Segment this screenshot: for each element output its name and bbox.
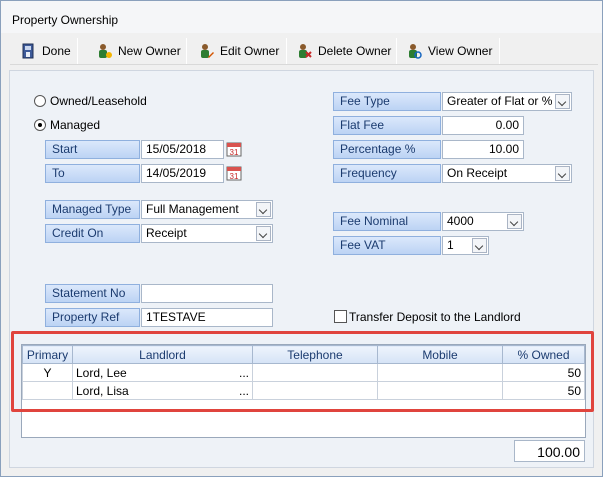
credit-on-label: Credit On xyxy=(45,224,140,243)
landlord-name: Lord, Lisa xyxy=(76,383,129,398)
percentage-label: Percentage % xyxy=(333,140,441,159)
fee-type-dropdown[interactable]: Greater of Flat or % xyxy=(442,92,572,111)
mobile-cell[interactable] xyxy=(377,381,503,400)
edit-owner-icon xyxy=(198,43,214,59)
start-label: Start xyxy=(45,140,140,159)
credit-on-value: Receipt xyxy=(146,226,187,240)
column-owned[interactable]: % Owned xyxy=(502,345,585,364)
toolbar-separator xyxy=(396,38,397,64)
view-owner-button[interactable]: View Owner xyxy=(400,38,498,63)
frequency-label: Frequency xyxy=(333,164,441,183)
frequency-dropdown[interactable]: On Receipt xyxy=(442,164,572,183)
column-telephone[interactable]: Telephone xyxy=(252,345,378,364)
svg-text:31: 31 xyxy=(230,172,239,181)
landlord-lookup-button[interactable]: ... xyxy=(239,366,249,380)
landlord-cell[interactable]: Lord, Lisa ... xyxy=(72,381,253,400)
edit-owner-button[interactable]: Edit Owner xyxy=(192,38,285,63)
delete-owner-label: Delete Owner xyxy=(318,43,392,58)
managed-type-label: Managed Type xyxy=(45,200,140,219)
toolbar-separator xyxy=(77,38,78,64)
property-ownership-window: Property Ownership Done New Owner Edit O… xyxy=(0,0,603,477)
frequency-value: On Receipt xyxy=(447,166,508,180)
edit-owner-label: Edit Owner xyxy=(220,43,280,58)
toolbar-separator xyxy=(186,38,187,64)
property-ref-field[interactable]: 1TESTAVE xyxy=(141,308,273,327)
start-calendar-icon[interactable]: 31 xyxy=(226,141,242,157)
to-date-field[interactable]: 14/05/2019 xyxy=(141,164,224,183)
statement-no-field[interactable] xyxy=(141,284,273,303)
flat-fee-label: Flat Fee xyxy=(333,116,441,135)
delete-owner-button[interactable]: Delete Owner xyxy=(290,38,397,63)
chevron-down-icon[interactable] xyxy=(555,166,570,181)
view-owner-icon xyxy=(406,43,422,59)
landlord-lookup-button[interactable]: ... xyxy=(239,384,249,398)
fee-nominal-value: 4000 xyxy=(447,214,474,228)
start-date-field[interactable]: 15/05/2018 xyxy=(141,140,224,159)
managed-radio[interactable]: Managed xyxy=(34,118,100,132)
toolbar-separator xyxy=(499,38,500,64)
owned-cell[interactable]: 50 xyxy=(502,381,585,400)
mobile-cell[interactable] xyxy=(377,363,503,382)
to-calendar-icon[interactable]: 31 xyxy=(226,165,242,181)
done-label: Done xyxy=(42,43,71,58)
view-owner-label: View Owner xyxy=(428,43,493,58)
flat-fee-field[interactable]: 0.00 xyxy=(442,116,524,135)
column-primary[interactable]: Primary xyxy=(22,345,73,364)
owned-leasehold-label: Owned/Leasehold xyxy=(50,94,147,108)
new-owner-button[interactable]: New Owner xyxy=(90,38,187,63)
chevron-down-icon[interactable] xyxy=(256,226,271,241)
column-mobile[interactable]: Mobile xyxy=(377,345,503,364)
primary-cell[interactable] xyxy=(22,381,73,400)
managed-type-value: Full Management xyxy=(146,202,239,216)
chevron-down-icon[interactable] xyxy=(555,94,570,109)
managed-type-dropdown[interactable]: Full Management xyxy=(141,200,273,219)
managed-radio-circle xyxy=(34,119,46,131)
new-owner-icon xyxy=(96,43,112,59)
svg-text:31: 31 xyxy=(230,148,239,157)
fee-vat-dropdown[interactable]: 1 xyxy=(442,236,489,255)
landlord-name: Lord, Lee xyxy=(76,365,127,380)
credit-on-dropdown[interactable]: Receipt xyxy=(141,224,273,243)
fee-type-value: Greater of Flat or % xyxy=(447,94,553,108)
new-owner-label: New Owner xyxy=(118,43,181,58)
window-title: Property Ownership xyxy=(12,13,119,27)
telephone-cell[interactable] xyxy=(252,363,378,382)
to-label: To xyxy=(45,164,140,183)
table-row[interactable]: Y Lord, Lee ... 50 xyxy=(22,363,585,382)
toolbar-separator xyxy=(286,38,287,64)
fee-vat-label: Fee VAT xyxy=(333,236,441,255)
transfer-deposit-checkbox[interactable] xyxy=(334,310,347,323)
property-ref-label: Property Ref xyxy=(45,308,140,327)
managed-label: Managed xyxy=(50,118,101,132)
delete-owner-icon xyxy=(296,43,312,59)
chevron-down-icon[interactable] xyxy=(472,238,487,253)
telephone-cell[interactable] xyxy=(252,381,378,400)
owned-radio-circle xyxy=(34,95,46,107)
title-bar: Property Ownership xyxy=(1,1,602,33)
transfer-deposit-label: Transfer Deposit to the Landlord xyxy=(349,310,521,324)
table-row[interactable]: Lord, Lisa ... 50 xyxy=(22,381,585,400)
owned-cell[interactable]: 50 xyxy=(502,363,585,382)
fee-nominal-dropdown[interactable]: 4000 xyxy=(442,212,524,231)
done-button[interactable]: Done xyxy=(14,38,77,63)
chevron-down-icon[interactable] xyxy=(256,202,271,217)
grid-header-row: Primary Landlord Telephone Mobile % Owne… xyxy=(22,345,585,364)
chevron-down-icon[interactable] xyxy=(507,214,522,229)
statement-no-label: Statement No xyxy=(45,284,140,303)
landlord-cell[interactable]: Lord, Lee ... xyxy=(72,363,253,382)
primary-cell[interactable]: Y xyxy=(22,363,73,382)
toolbar: Done New Owner Edit Owner Delete Owner V… xyxy=(10,36,598,65)
fee-nominal-label: Fee Nominal xyxy=(333,212,441,231)
fee-type-label: Fee Type xyxy=(333,92,441,111)
done-icon xyxy=(20,43,36,59)
fee-vat-value: 1 xyxy=(447,238,454,252)
owned-leasehold-radio[interactable]: Owned/Leasehold xyxy=(34,94,147,108)
total-owned-field: 100.00 xyxy=(514,440,585,462)
column-landlord[interactable]: Landlord xyxy=(72,345,253,364)
owners-grid: Primary Landlord Telephone Mobile % Owne… xyxy=(21,344,586,438)
percentage-field[interactable]: 10.00 xyxy=(442,140,524,159)
